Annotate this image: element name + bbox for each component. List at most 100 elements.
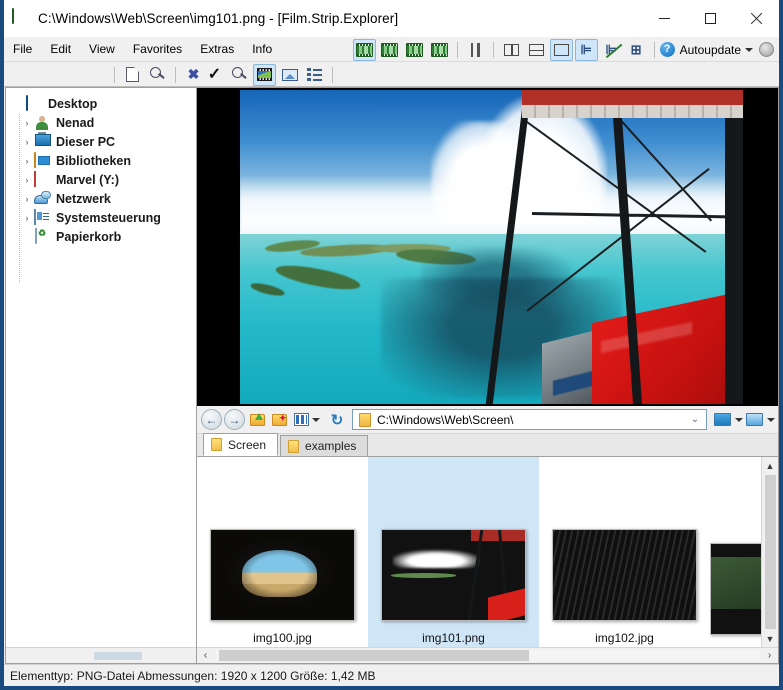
scrollbar-thumb[interactable] <box>219 650 529 661</box>
menu-edit[interactable]: Edit <box>41 39 80 60</box>
tree-expander[interactable]: › <box>20 194 34 204</box>
up-folder-icon[interactable] <box>248 411 266 429</box>
magnifier-icon[interactable] <box>228 64 251 86</box>
thumbnail-view-icon[interactable] <box>253 63 276 86</box>
scrollbar-thumb[interactable] <box>94 652 142 660</box>
forward-arrow-icon[interactable]: → <box>224 409 245 430</box>
tree-item-bibliotheken[interactable]: › Bibliotheken <box>12 151 196 170</box>
filmstrip-view-4-icon[interactable] <box>428 39 451 61</box>
tree-expander[interactable]: › <box>20 118 34 128</box>
thumbnail-strip[interactable]: img100.jpg img101.png img102.jpg <box>197 457 761 647</box>
tree-item-systemsteuerung[interactable]: › Systemsteuerung <box>12 208 196 227</box>
path-value[interactable]: C:\Windows\Web\Screen\ <box>377 413 686 427</box>
viewer-toolbar: ✓ <box>196 62 338 87</box>
chevron-down-icon[interactable]: ⌄ <box>686 414 704 425</box>
hand-cursor-icon[interactable] <box>759 42 774 57</box>
chevron-down-icon[interactable]: ▼ <box>762 630 779 647</box>
title-bar: C:\Windows\Web\Screen\img101.png - [Film… <box>4 0 779 37</box>
details-pane-icon[interactable]: ⊞ <box>625 39 648 61</box>
thumbnail-item[interactable]: img102.jpg <box>539 457 710 647</box>
filmstrip-view-2-icon[interactable] <box>378 39 401 61</box>
tree-expander[interactable]: › <box>20 213 34 223</box>
zoom-search-icon[interactable] <box>146 64 169 86</box>
chevron-up-icon[interactable]: ▲ <box>762 457 779 474</box>
tree-horizontal-scrollbar[interactable] <box>6 647 196 663</box>
double-bar-icon[interactable] <box>464 39 487 61</box>
folder-icon <box>211 438 222 451</box>
close-button[interactable] <box>733 0 779 37</box>
filmstrip-view-3-icon[interactable] <box>403 39 426 61</box>
thumbnail-image <box>552 529 697 621</box>
tab-examples[interactable]: examples <box>280 435 369 456</box>
tree-expander[interactable]: › <box>20 175 34 185</box>
menu-favorites[interactable]: Favorites <box>124 39 191 60</box>
menu-file[interactable]: File <box>4 39 41 60</box>
pane-horizontal-split-icon[interactable] <box>525 39 548 61</box>
new-folder-icon[interactable]: ✦ <box>270 411 288 429</box>
thumbnail-image <box>210 529 355 621</box>
scrollbar-thumb[interactable] <box>764 475 776 629</box>
help-question-icon[interactable]: ? <box>659 42 675 57</box>
preview-view-icon[interactable] <box>278 64 301 86</box>
control-panel-icon <box>34 208 51 226</box>
list-view-icon[interactable] <box>303 64 326 86</box>
thumbnail-item[interactable]: img100.jpg <box>197 457 368 647</box>
menu-bar: File Edit View Favorites Extras Info ⊫ ⊫… <box>4 37 779 62</box>
scrollbar-track[interactable] <box>215 650 760 661</box>
info-pane-off-icon[interactable]: ⊫ <box>600 39 623 61</box>
grid-view-icon[interactable] <box>292 411 310 429</box>
path-input[interactable]: C:\Windows\Web\Screen\ ⌄ <box>352 409 707 430</box>
checkmark-icon[interactable]: ✓ <box>203 64 226 86</box>
menu-view[interactable]: View <box>80 39 124 60</box>
thumbnail-item-selected[interactable]: img101.png <box>368 457 539 647</box>
thumbnail-item[interactable] <box>710 457 761 647</box>
filmstrip-icon <box>12 8 30 27</box>
pane-vertical-split-icon[interactable] <box>500 39 523 61</box>
folder-tabs: Screen examples <box>197 433 778 457</box>
view-mode-thumbnails-icon[interactable] <box>714 413 743 426</box>
tree-item-nenad[interactable]: › Nenad <box>12 113 196 132</box>
tree-item-label: Netzwerk <box>56 191 111 206</box>
tree-item-dieser-pc[interactable]: › Dieser PC <box>12 132 196 151</box>
thumbnail-image <box>710 543 761 635</box>
tree-item-papierkorb[interactable]: Papierkorb <box>12 227 196 246</box>
file-properties-icon[interactable] <box>121 64 144 86</box>
info-pane-icon[interactable]: ⊫ <box>574 38 598 61</box>
tree-item-label: Marvel (Y:) <box>56 172 119 187</box>
menu-extras[interactable]: Extras <box>191 39 243 60</box>
tree-item-desktop[interactable]: Desktop <box>12 94 196 113</box>
menu-toolbar: ⊫ ⊫ ⊞ ? Autoupdate <box>352 37 777 62</box>
chevron-left-icon[interactable]: ‹ <box>197 648 214 664</box>
tree-item-label: Nenad <box>56 115 95 130</box>
maximize-button[interactable] <box>687 0 733 37</box>
maximize-icon <box>704 13 716 24</box>
thumbnail-horizontal-scrollbar[interactable]: ‹ › <box>197 647 778 663</box>
refresh-icon[interactable]: ↻ <box>328 411 346 429</box>
chevron-right-icon[interactable]: › <box>761 648 778 664</box>
chevron-down-icon[interactable] <box>312 417 320 422</box>
tree-item-netzwerk[interactable]: › Netzwerk <box>12 189 196 208</box>
view-mode-preview-icon[interactable] <box>746 413 775 426</box>
thumbnail-area: img100.jpg img101.png img102.jpg ▲ ▼ <box>197 457 778 647</box>
tree-expander[interactable]: › <box>20 156 34 166</box>
tree-expander[interactable]: › <box>20 137 34 147</box>
thumbnail-vertical-scrollbar[interactable]: ▲ ▼ <box>761 457 778 647</box>
viewer-panel: ← → ✦ ↻ C:\Windows\Web\Screen\ ⌄ Screen … <box>197 87 779 664</box>
back-arrow-icon[interactable]: ← <box>201 409 222 430</box>
tree-item-label: Dieser PC <box>56 134 116 149</box>
minimize-button[interactable] <box>641 0 687 37</box>
tab-screen[interactable]: Screen <box>203 433 279 456</box>
pane-single-icon[interactable] <box>549 38 573 61</box>
preview-image <box>240 90 743 404</box>
status-text: Elementtyp: PNG-Datei Abmessungen: 1920 … <box>10 668 376 683</box>
menu-info[interactable]: Info <box>243 39 281 60</box>
autoupdate-label[interactable]: Autoupdate <box>680 43 741 57</box>
tree-item-marvel-y[interactable]: › Marvel (Y:) <box>12 170 196 189</box>
folder-icon <box>288 439 300 453</box>
image-viewer[interactable] <box>197 88 778 406</box>
address-bar: ← → ✦ ↻ C:\Windows\Web\Screen\ ⌄ <box>197 406 778 434</box>
chevron-down-icon[interactable] <box>745 47 753 52</box>
filmstrip-view-1-icon[interactable] <box>352 38 376 61</box>
application-window: C:\Windows\Web\Screen\img101.png - [Film… <box>0 0 783 690</box>
libraries-icon <box>34 151 51 169</box>
